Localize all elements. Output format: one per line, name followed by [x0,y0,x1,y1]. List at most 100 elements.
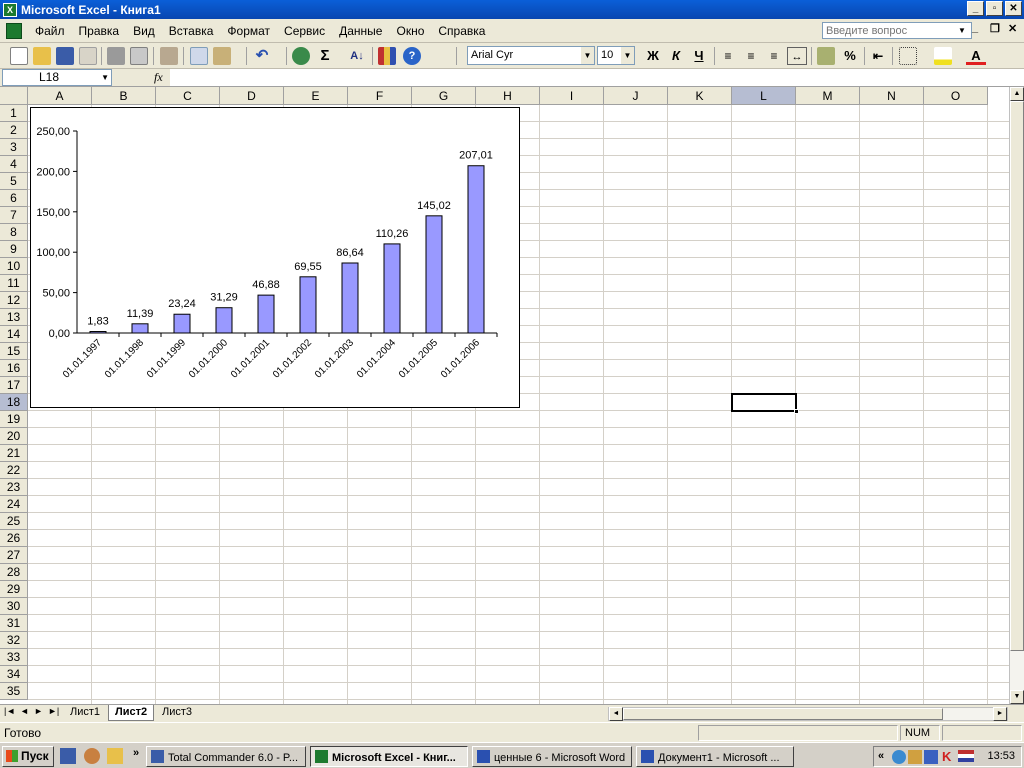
row-header-10[interactable]: 10 [0,258,28,275]
merge-center-icon[interactable]: ↔ [787,47,807,65]
font-name-box[interactable]: Arial Cyr ▼ [467,46,595,65]
percent-button[interactable]: % [840,47,860,65]
row-header-19[interactable]: 19 [0,411,28,428]
row-header-25[interactable]: 25 [0,513,28,530]
row-header-4[interactable]: 4 [0,156,28,173]
antivirus-icon[interactable]: K [942,749,951,764]
doc-minimize-button[interactable]: _ [972,22,978,34]
quicklaunch-save-icon[interactable] [60,748,76,764]
row-header-21[interactable]: 21 [0,445,28,462]
sheet-tab-3[interactable]: Лист3 [156,705,198,721]
print-icon[interactable] [107,47,125,65]
scroll-right-icon[interactable]: ► [993,707,1007,721]
column-header-e[interactable]: E [284,87,348,105]
menu-help[interactable]: Справка [431,24,492,38]
close-button[interactable]: ✕ [1005,1,1022,16]
paste-icon[interactable] [213,47,231,65]
row-header-14[interactable]: 14 [0,326,28,343]
row-header-5[interactable]: 5 [0,173,28,190]
ask-dropdown-icon[interactable]: ▼ [958,26,966,35]
sheet-tab-2[interactable]: Лист2 [108,705,155,721]
column-header-k[interactable]: K [668,87,732,105]
task-total-commander[interactable]: Total Commander 6.0 - P... [146,746,306,767]
currency-icon[interactable] [817,47,835,65]
scroll-down-icon[interactable]: ▼ [1010,690,1024,704]
network-icon[interactable] [892,750,906,764]
row-header-15[interactable]: 15 [0,343,28,360]
column-header-i[interactable]: I [540,87,604,105]
row-header-1[interactable]: 1 [0,105,28,122]
row-header-9[interactable]: 9 [0,241,28,258]
row-header-8[interactable]: 8 [0,224,28,241]
font-name-dropdown-icon[interactable]: ▼ [581,47,594,64]
row-header-26[interactable]: 26 [0,530,28,547]
row-header-3[interactable]: 3 [0,139,28,156]
horizontal-scroll-thumb[interactable] [623,708,943,720]
embedded-chart[interactable]: 0,00 50,00 100,00 150,00 200,00 250,00 1,83 01.… [30,107,520,408]
fill-color-icon[interactable] [934,47,952,65]
quicklaunch-chevron-icon[interactable]: » [133,747,139,759]
column-header-d[interactable]: D [220,87,284,105]
autosum-icon[interactable]: Σ [316,47,334,65]
italic-button[interactable]: К [666,47,686,65]
research-icon[interactable] [160,47,178,65]
row-header-24[interactable]: 24 [0,496,28,513]
permission-icon[interactable] [79,47,97,65]
column-header-c[interactable]: C [156,87,220,105]
row-header-18[interactable]: 18 [0,394,28,411]
quicklaunch-app-icon[interactable] [84,748,100,764]
row-header-30[interactable]: 30 [0,598,28,615]
bold-button[interactable]: Ж [643,47,663,65]
underline-button[interactable]: Ч [689,47,709,65]
align-center-icon[interactable]: ≡ [741,47,761,65]
task-word-2[interactable]: Документ1 - Microsoft ... [636,746,794,767]
menu-format[interactable]: Формат [220,24,277,38]
horizontal-scrollbar[interactable]: ◄ ► [608,707,1008,721]
increase-indent-icon[interactable]: ⇤ [868,47,888,65]
doc-restore-button[interactable]: ❐ [990,22,1000,35]
font-color-icon[interactable]: A [966,47,986,65]
menu-data[interactable]: Данные [332,24,389,38]
row-header-29[interactable]: 29 [0,581,28,598]
row-header-12[interactable]: 12 [0,292,28,309]
menu-tools[interactable]: Сервис [277,24,332,38]
row-header-31[interactable]: 31 [0,615,28,632]
formula-input[interactable] [170,69,1024,86]
row-header-33[interactable]: 33 [0,649,28,666]
font-size-box[interactable]: 10 ▼ [597,46,635,65]
column-header-m[interactable]: M [796,87,860,105]
scroll-left-icon[interactable]: ◄ [609,707,623,721]
hyperlink-icon[interactable] [292,47,310,65]
new-icon[interactable] [10,47,28,65]
row-header-34[interactable]: 34 [0,666,28,683]
column-header-j[interactable]: J [604,87,668,105]
name-box[interactable]: L18 ▼ [2,69,112,86]
name-box-dropdown-icon[interactable]: ▼ [101,70,109,86]
row-header-35[interactable]: 35 [0,683,28,700]
workbook-icon[interactable] [6,22,22,39]
chart-wizard-icon[interactable] [378,47,396,65]
vertical-scroll-thumb[interactable] [1010,101,1024,651]
help-icon[interactable]: ? [403,47,421,65]
tray-app-icon-2[interactable] [924,750,938,764]
column-header-n[interactable]: N [860,87,924,105]
prev-sheet-icon[interactable]: ◄ [20,706,29,716]
row-header-16[interactable]: 16 [0,360,28,377]
undo-icon[interactable]: ↶ [253,47,271,65]
row-header-17[interactable]: 17 [0,377,28,394]
minimize-button[interactable]: _ [967,1,984,16]
doc-close-button[interactable]: ✕ [1008,22,1017,35]
task-word-1[interactable]: ценные 6 - Microsoft Word [472,746,632,767]
first-sheet-icon[interactable]: |◄ [4,706,15,716]
save-icon[interactable] [56,47,74,65]
row-header-13[interactable]: 13 [0,309,28,326]
row-header-6[interactable]: 6 [0,190,28,207]
row-header-2[interactable]: 2 [0,122,28,139]
column-header-b[interactable]: B [92,87,156,105]
print-preview-icon[interactable] [130,47,148,65]
row-header-7[interactable]: 7 [0,207,28,224]
last-sheet-icon[interactable]: ►| [48,706,59,716]
row-header-32[interactable]: 32 [0,632,28,649]
open-folder-icon[interactable] [33,47,51,65]
ask-question-input[interactable] [822,22,972,39]
